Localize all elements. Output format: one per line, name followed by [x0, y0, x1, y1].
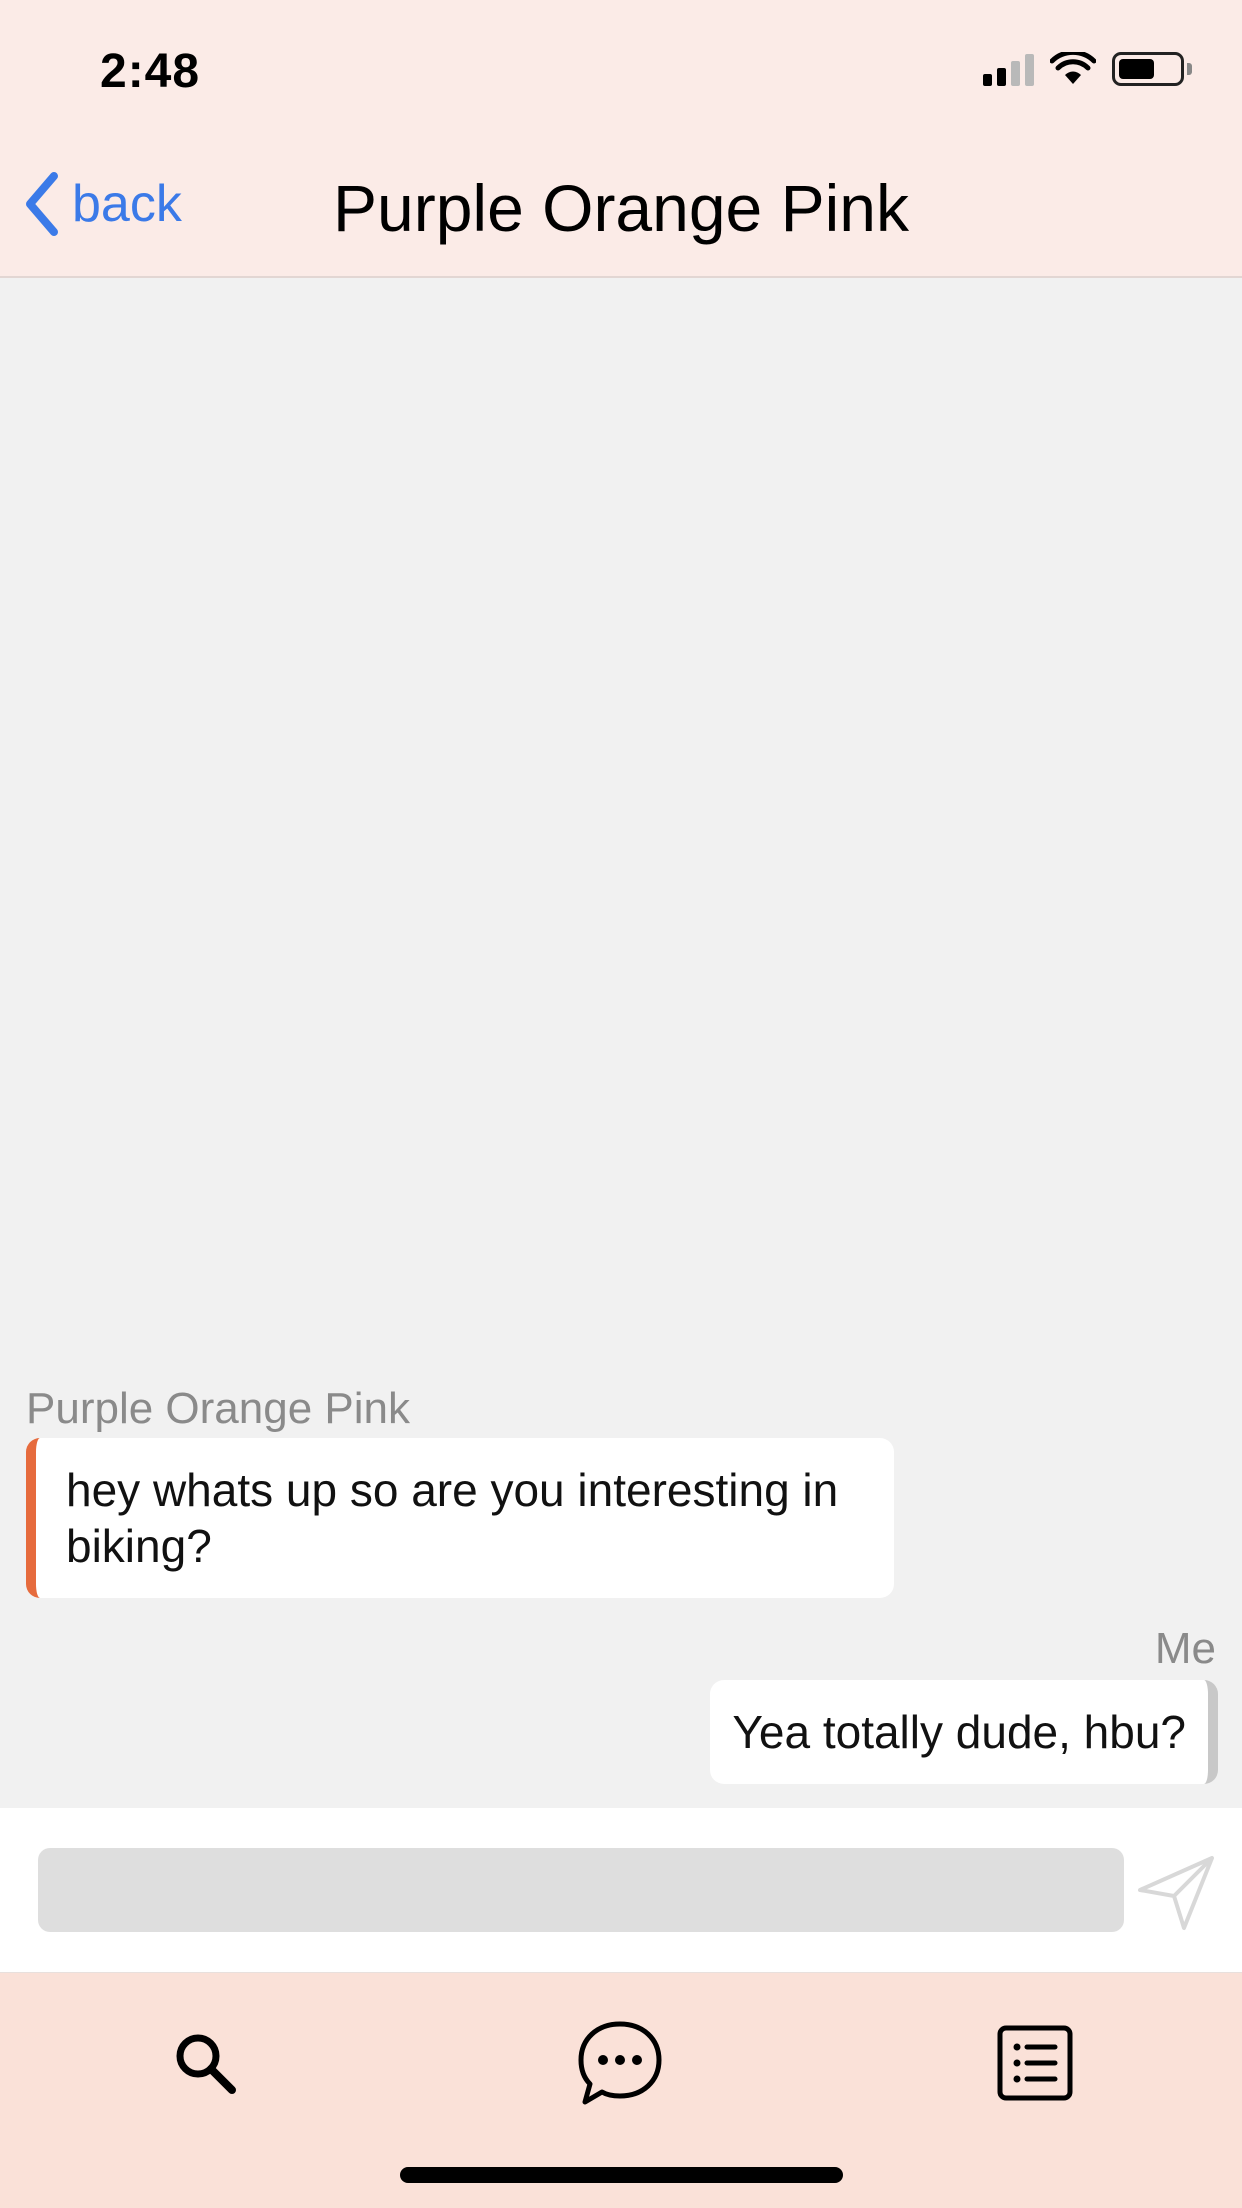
page-title: Purple Orange Pink — [333, 171, 909, 245]
message-list[interactable]: Purple Orange Pink hey whats up so are y… — [0, 278, 1242, 1808]
wifi-icon — [1050, 52, 1096, 84]
composer — [0, 1808, 1242, 1974]
message-bubble-incoming[interactable]: hey whats up so are you interesting in b… — [26, 1438, 894, 1598]
message-input[interactable] — [38, 1848, 1124, 1932]
home-indicator[interactable] — [400, 2167, 843, 2183]
header: 2:48 back Purple Orange Pink — [0, 0, 1242, 278]
message-sender: Purple Orange Pink — [26, 1384, 410, 1433]
search-icon — [176, 2034, 236, 2094]
tab-search[interactable] — [155, 2013, 255, 2113]
tab-list[interactable] — [985, 2013, 1085, 2113]
tab-bar — [0, 1973, 1242, 2208]
message-sender: Me — [1154, 1624, 1216, 1673]
cellular-signal-icon — [983, 52, 1034, 86]
battery-icon — [1112, 52, 1192, 86]
message-bubble-outgoing[interactable]: Yea totally dude, hbu? — [710, 1680, 1218, 1784]
list-icon — [997, 2025, 1073, 2101]
tab-chat[interactable] — [570, 2013, 670, 2113]
send-button[interactable] — [1136, 1852, 1216, 1932]
send-icon — [1138, 1856, 1214, 1930]
status-time: 2:48 — [100, 45, 201, 98]
status-icons — [983, 52, 1192, 86]
chat-bubble-icon — [578, 2021, 662, 2105]
